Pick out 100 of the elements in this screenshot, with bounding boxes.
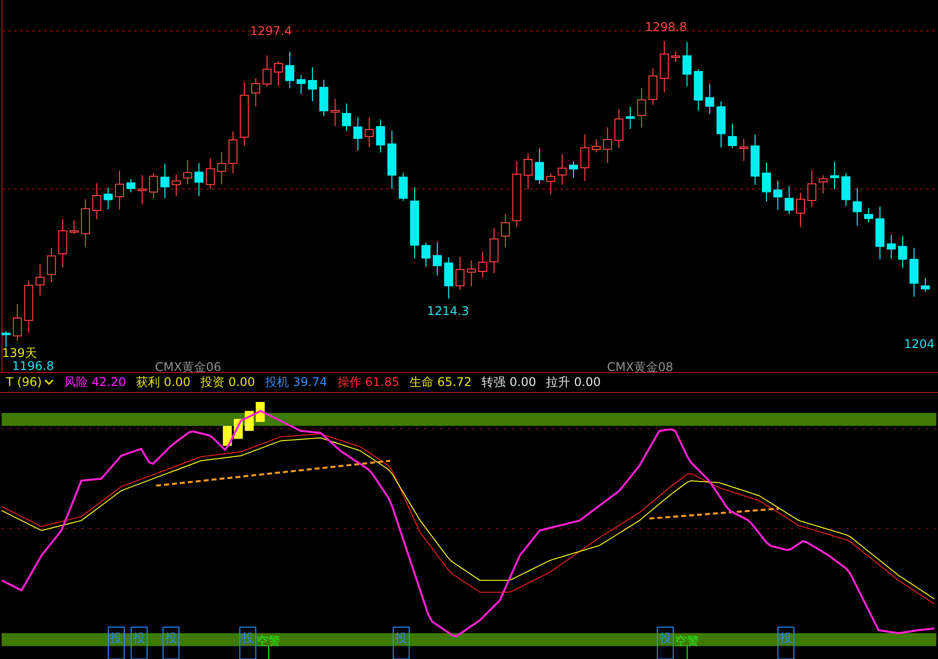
candlestick [728, 123, 737, 149]
candlestick [70, 220, 79, 235]
candlestick [262, 54, 272, 88]
candlestick [364, 117, 374, 148]
candlestick [228, 131, 238, 174]
candlestick [274, 60, 283, 86]
contract-label: CMX黄金08 [607, 359, 674, 376]
price-label: 1196.8 [12, 359, 54, 373]
price-label: 1214.3 [427, 304, 469, 318]
signal-marker: 投 [130, 626, 148, 659]
candlestick [773, 180, 782, 210]
price-label: 139天 [2, 345, 37, 361]
candlestick [160, 163, 170, 199]
candlestick [183, 160, 192, 185]
candlestick [296, 74, 306, 95]
candlestick [376, 118, 386, 153]
candlestick [330, 98, 340, 127]
candlestick [841, 172, 850, 207]
indicator-value: 操作 61.85 [337, 374, 400, 391]
candlestick [194, 162, 204, 197]
candlestick [569, 160, 578, 178]
candlestick [818, 174, 828, 194]
candlestick [580, 134, 590, 182]
candlestick [138, 174, 147, 205]
candlestick [784, 185, 794, 215]
candlestick [830, 161, 840, 190]
candlestick [910, 247, 918, 298]
candlestick [36, 264, 45, 296]
candlestick [762, 162, 771, 202]
candlestick [637, 88, 646, 128]
candlestick [217, 152, 226, 185]
candlestick [46, 247, 56, 283]
candlestick [466, 260, 476, 287]
candlestick [524, 152, 533, 190]
candlestick [592, 138, 601, 153]
indicator-value: 拉升 0.00 [546, 374, 601, 391]
candlestick [796, 192, 805, 228]
signal-marker: 投 [656, 626, 674, 659]
candlestick [920, 277, 930, 292]
candlestick [534, 148, 544, 184]
signal-marker: 投 [777, 626, 794, 659]
candlestick [614, 108, 624, 148]
candlestick [115, 170, 124, 210]
candlestick [353, 116, 362, 152]
contract-label: CMX黄金06 [155, 359, 222, 376]
indicator-value: 风险 42.20 [64, 374, 126, 391]
candlestick [240, 82, 249, 146]
candlestick [546, 172, 556, 195]
candlestick [387, 130, 396, 190]
candlestick [864, 207, 874, 223]
signal-marker: 投 [392, 626, 410, 659]
price-label: 1204 [904, 337, 935, 351]
signal-marker: 投 [239, 626, 256, 659]
candlestick [149, 172, 158, 199]
candlestick [852, 188, 862, 226]
candlestick [398, 172, 408, 202]
candlestick [104, 186, 113, 210]
candlestick [12, 304, 22, 342]
candlestick [206, 157, 215, 190]
price-label: 1298.8 [645, 20, 687, 34]
candlestick [421, 242, 430, 268]
candlestick [2, 330, 10, 348]
candlestick [92, 182, 102, 220]
candlestick [807, 170, 816, 208]
candlestick [342, 102, 351, 132]
candlestick [886, 234, 896, 260]
indicator-value: 获利 0.00 [136, 374, 191, 391]
candlestick [432, 241, 442, 276]
signal-marker: 投 [108, 626, 125, 659]
candlestick [648, 68, 658, 106]
indicator-value: 投机 39.74 [265, 374, 328, 391]
candlestick [694, 68, 703, 112]
candlestick [251, 78, 260, 107]
candlestick [308, 66, 317, 102]
candlestick [444, 256, 454, 300]
candlestick [750, 134, 760, 186]
candlestick [558, 154, 567, 186]
candlestick [24, 280, 34, 334]
candlestick [512, 161, 522, 228]
candlestick [172, 174, 181, 197]
candlestick [875, 206, 884, 260]
candlestick [126, 178, 136, 193]
candlestick [490, 228, 499, 274]
candlestick [705, 83, 714, 114]
chevron-icon [44, 378, 54, 386]
candlestick [898, 235, 908, 268]
indicator-value: 生命 65.72 [409, 374, 472, 391]
candlestick [478, 250, 488, 278]
candlestick [500, 213, 510, 248]
candlestick [626, 106, 635, 130]
indicator-value: 转强 0.00 [482, 374, 536, 391]
candlestick [716, 100, 726, 148]
candlestick [671, 50, 680, 62]
candlestick [660, 40, 669, 93]
price-label: 1297.4 [250, 24, 292, 38]
indicator-name: T (96) [6, 375, 42, 390]
candlestick [319, 79, 328, 117]
candlestick [80, 198, 90, 248]
candlestick [285, 51, 294, 89]
candlestick [682, 41, 692, 87]
